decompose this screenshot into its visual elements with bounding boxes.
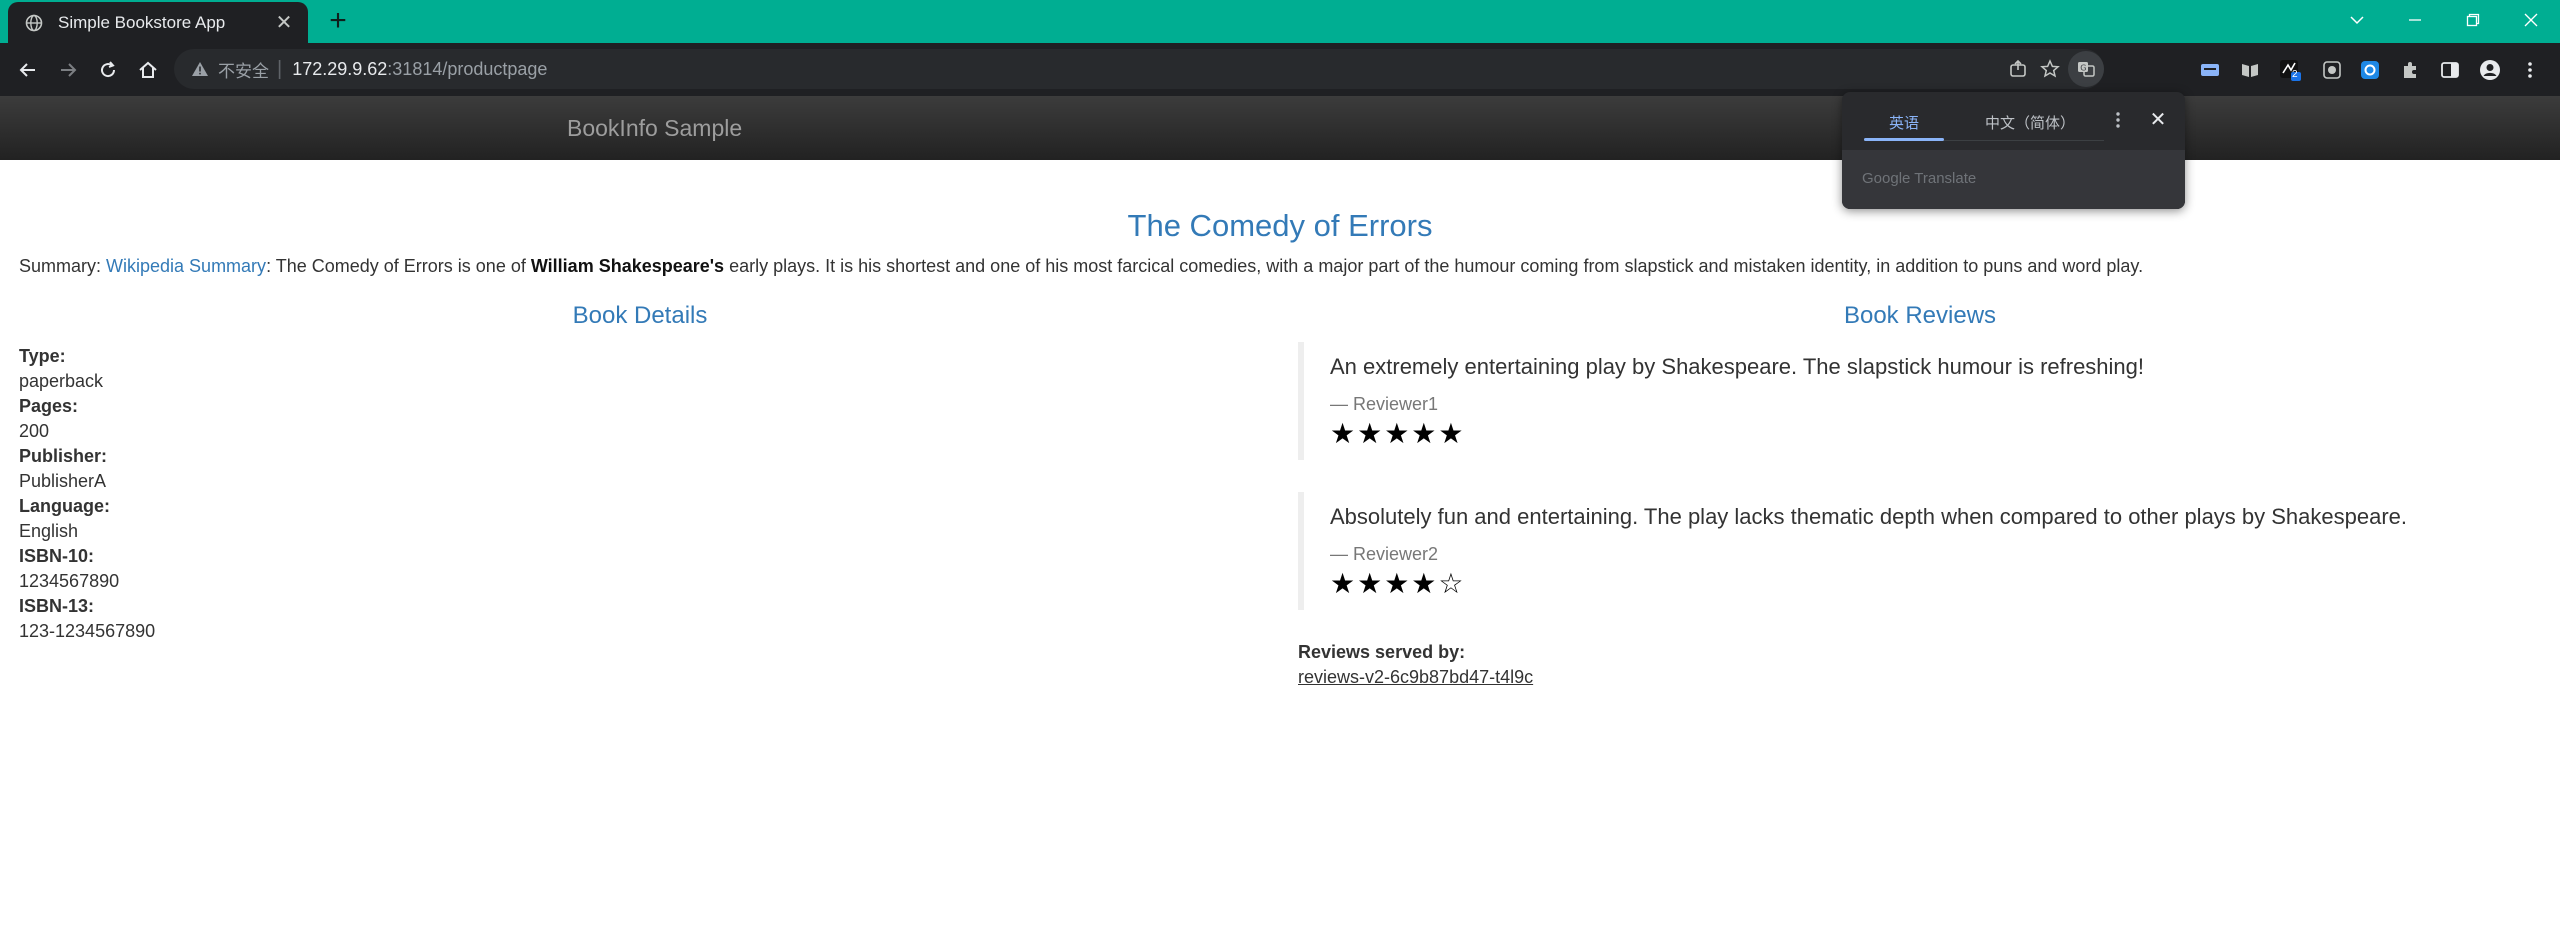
book-reviews-heading: Book Reviews bbox=[1843, 302, 1997, 329]
detail-label-isbn13: ISBN-13: bbox=[19, 596, 95, 616]
svg-text:G: G bbox=[2080, 64, 2086, 73]
navbar-brand[interactable]: BookInfo Sample bbox=[567, 115, 742, 142]
review-text: An extremely entertaining play by Shakes… bbox=[1330, 354, 2145, 379]
google-translate-label: Google Translate bbox=[1862, 170, 1977, 187]
page-title: The Comedy of Errors bbox=[1127, 208, 1433, 243]
window-controls bbox=[2328, 0, 2560, 40]
extension-badge: 2 bbox=[2292, 69, 2298, 80]
reviewer-name: — Reviewer2 bbox=[1330, 544, 1439, 564]
extension-icon-1[interactable] bbox=[2196, 56, 2224, 84]
window-close-icon[interactable] bbox=[2502, 0, 2560, 40]
reload-icon[interactable] bbox=[92, 54, 124, 86]
address-path: :31814/productpage bbox=[387, 58, 548, 79]
extension-icon-3[interactable]: 2 bbox=[2276, 56, 2304, 84]
detail-label-type: Type: bbox=[19, 346, 66, 366]
detail-label-language: Language: bbox=[19, 496, 111, 516]
reviewer-name: — Reviewer1 bbox=[1330, 394, 1439, 414]
browser-menu-icon[interactable] bbox=[2516, 56, 2544, 84]
translate-more-icon[interactable] bbox=[2104, 106, 2132, 134]
detail-value-pages: 200 bbox=[19, 421, 50, 441]
book-summary: Summary: Wikipedia Summary: The Comedy o… bbox=[19, 256, 2143, 277]
tab-search-icon[interactable] bbox=[2328, 0, 2386, 40]
tab-strip: Simple Bookstore App ✕ + bbox=[0, 0, 2560, 43]
warning-icon[interactable] bbox=[190, 59, 210, 79]
reviews-served-by-link[interactable]: reviews-v2-6c9b87bd47-t4l9c bbox=[1298, 667, 1533, 688]
puzzle-icon[interactable] bbox=[2396, 56, 2424, 84]
tab-title: Simple Bookstore App bbox=[58, 12, 226, 32]
translate-icon[interactable]: G bbox=[2068, 51, 2104, 87]
review-item: Absolutely fun and entertaining. The pla… bbox=[1298, 492, 2538, 610]
detail-value-isbn10: 1234567890 bbox=[19, 571, 120, 591]
restore-icon[interactable] bbox=[2444, 0, 2502, 40]
translate-close-icon[interactable]: ✕ bbox=[2144, 106, 2172, 134]
tab-close-icon[interactable]: ✕ bbox=[272, 11, 296, 35]
translate-tab-source[interactable]: 英语 bbox=[1864, 112, 1944, 133]
home-icon[interactable] bbox=[132, 54, 164, 86]
detail-value-language: English bbox=[19, 521, 79, 541]
summary-prefix: Summary: bbox=[19, 256, 107, 276]
summary-middle: : The Comedy of Errors is one of bbox=[266, 256, 531, 276]
address-host: 172.29.9.62 bbox=[292, 58, 388, 79]
profile-avatar-icon[interactable] bbox=[2476, 56, 2504, 84]
star-rating: ★★★★☆ bbox=[1330, 568, 1466, 599]
review-item: An extremely entertaining play by Shakes… bbox=[1298, 342, 2538, 460]
summary-suffix: early plays. It is his shortest and one … bbox=[724, 256, 2144, 276]
address-bar[interactable]: 不安全 | 172.29.9.62 :31814/productpage G bbox=[174, 49, 2104, 89]
detail-value-isbn13: 123-1234567890 bbox=[19, 621, 156, 641]
insecure-label: 不安全 bbox=[218, 61, 269, 81]
book-details-list: Type: paperback Pages: 200 Publisher: Pu… bbox=[19, 344, 519, 644]
translate-tab-target[interactable]: 中文（简体） bbox=[1960, 112, 2100, 133]
translate-popup-header: 英语 中文（简体） ✕ bbox=[1842, 92, 2185, 150]
summary-author: William Shakespeare's bbox=[530, 256, 725, 276]
reviews-served-by-label: Reviews served by: bbox=[1298, 642, 1466, 662]
translate-popup-body: Google Translate bbox=[1842, 150, 2185, 209]
detail-value-type: paperback bbox=[19, 371, 104, 391]
detail-label-pages: Pages: bbox=[19, 396, 79, 416]
minimize-icon[interactable] bbox=[2386, 0, 2444, 40]
back-icon[interactable] bbox=[12, 54, 44, 86]
bookmark-star-icon[interactable] bbox=[2036, 55, 2064, 83]
detail-label-publisher: Publisher: bbox=[19, 446, 108, 466]
browser-tab[interactable]: Simple Bookstore App ✕ bbox=[8, 2, 308, 43]
share-icon[interactable] bbox=[2004, 55, 2032, 83]
side-panel-icon[interactable] bbox=[2436, 56, 2464, 84]
extension-icon-5[interactable] bbox=[2356, 56, 2384, 84]
translate-popup: 英语 中文（简体） ✕ Google Translate bbox=[1842, 92, 2185, 209]
new-tab-button[interactable]: + bbox=[322, 6, 354, 38]
forward-icon[interactable] bbox=[52, 54, 84, 86]
book-details-heading: Book Details bbox=[572, 302, 708, 329]
extension-icon-4[interactable] bbox=[2318, 56, 2346, 84]
star-rating: ★★★★★ bbox=[1330, 418, 1466, 449]
extension-icon-2[interactable] bbox=[2236, 56, 2264, 84]
address-separator: | bbox=[277, 57, 283, 80]
detail-value-publisher: PublisherA bbox=[19, 471, 107, 491]
review-text: Absolutely fun and entertaining. The pla… bbox=[1330, 504, 2408, 529]
detail-label-isbn10: ISBN-10: bbox=[19, 546, 95, 566]
translate-active-indicator bbox=[1864, 138, 1944, 141]
wikipedia-summary-link[interactable]: Wikipedia Summary bbox=[106, 256, 266, 276]
globe-icon bbox=[24, 13, 44, 33]
browser-toolbar: 不安全 | 172.29.9.62 :31814/productpage G 2 bbox=[0, 43, 2560, 96]
